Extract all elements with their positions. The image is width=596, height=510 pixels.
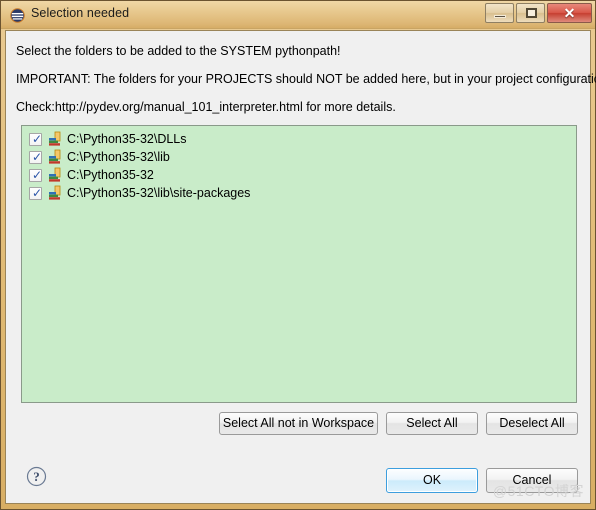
list-item-label: C:\Python35-32\lib\site-packages [67, 186, 251, 200]
checkbox-icon[interactable]: ✓ [29, 186, 42, 200]
dialog-window: Selection needed ✕ Select the folders to… [0, 0, 596, 510]
instruction-line-2: IMPORTANT: The folders for your PROJECTS… [16, 72, 596, 86]
eclipse-icon [10, 8, 25, 23]
minimize-button[interactable] [485, 3, 514, 23]
list-item[interactable]: ✓ C:\Python35-32\lib\site-packages [22, 184, 576, 202]
list-item-label: C:\Python35-32\lib [67, 150, 170, 164]
instruction-line-3: Check:http://pydev.org/manual_101_interp… [16, 100, 396, 114]
maximize-icon [526, 8, 537, 18]
deselect-all-button[interactable]: Deselect All [486, 412, 578, 435]
window-controls: ✕ [483, 3, 592, 23]
selection-button-row: Select All not in Workspace Select All D… [6, 412, 592, 436]
checkbox-icon[interactable]: ✓ [29, 150, 42, 164]
list-item[interactable]: ✓ C:\Python35-32\lib [22, 148, 576, 166]
window-title: Selection needed [31, 6, 130, 20]
svg-text:?: ? [33, 469, 40, 484]
library-folder-icon [47, 131, 63, 147]
title-bar[interactable]: Selection needed ✕ [1, 1, 595, 29]
close-icon: ✕ [563, 5, 576, 21]
library-folder-icon [47, 149, 63, 165]
list-item[interactable]: ✓ C:\Python35-32 [22, 166, 576, 184]
list-item[interactable]: ✓ C:\Python35-32\DLLs [22, 130, 576, 148]
maximize-button[interactable] [516, 3, 545, 23]
select-all-button[interactable]: Select All [386, 412, 478, 435]
select-all-not-in-workspace-button[interactable]: Select All not in Workspace [219, 412, 378, 435]
cancel-button[interactable]: Cancel [486, 468, 578, 493]
library-folder-icon [47, 185, 63, 201]
ok-button[interactable]: OK [386, 468, 478, 493]
checkbox-icon[interactable]: ✓ [29, 168, 42, 182]
list-item-label: C:\Python35-32 [67, 168, 154, 182]
folder-checkbox-list[interactable]: ✓ C:\Python35-32\DLLs ✓ C:\Python35-32\l… [21, 125, 577, 403]
close-button[interactable]: ✕ [547, 3, 592, 23]
instruction-line-1: Select the folders to be added to the SY… [16, 44, 341, 58]
checkbox-icon[interactable]: ✓ [29, 132, 42, 146]
list-item-label: C:\Python35-32\DLLs [67, 132, 187, 146]
minimize-icon [494, 15, 506, 18]
library-folder-icon [47, 167, 63, 183]
help-question-icon[interactable]: ? [26, 466, 47, 487]
dialog-body: Select the folders to be added to the SY… [5, 30, 596, 504]
